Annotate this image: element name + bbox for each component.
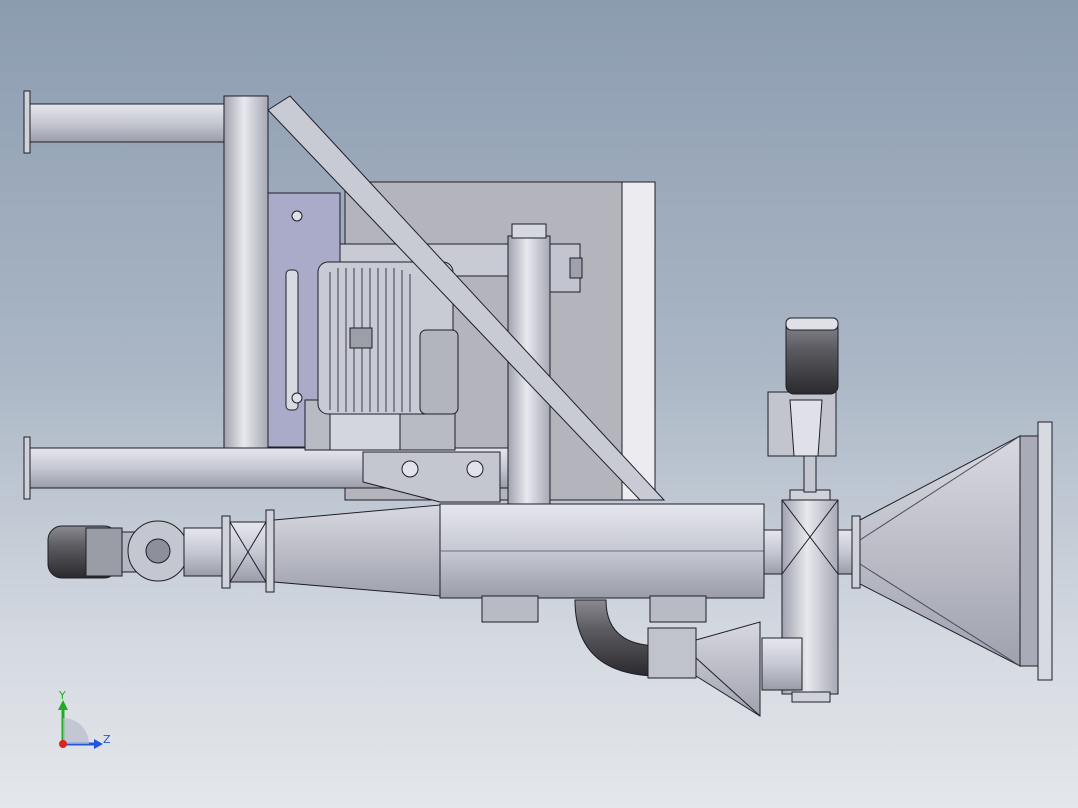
pipe-flange [851, 515, 861, 589]
gear-motor-fins [85, 527, 123, 577]
triad-z-arrow [94, 739, 103, 749]
gusset-hole [401, 460, 419, 478]
lower-beam-flange [23, 436, 31, 500]
terminal-box [349, 327, 373, 349]
left-post [223, 95, 269, 453]
motor-end-cap [419, 329, 459, 415]
plate-handle [285, 269, 299, 411]
inlet-flange-hub [145, 538, 171, 564]
upper-beam-flange [23, 90, 31, 154]
elbow-outlet [647, 627, 697, 679]
plate-bolt [291, 392, 303, 404]
side-outlet [761, 637, 803, 691]
cad-model-view[interactable]: Y Z [0, 0, 1078, 808]
gearbox-taper [789, 399, 823, 457]
inlet-pipe [183, 527, 225, 577]
pipe-flange [265, 509, 275, 593]
cad-viewport[interactable]: Y Z [0, 0, 1078, 808]
pipe-flange [221, 515, 231, 589]
post-cap [511, 223, 547, 239]
gusset-hole [466, 460, 484, 478]
view-triad: Y Z [58, 689, 111, 749]
discharge-flange-face [1037, 421, 1053, 681]
motor-foot [329, 411, 401, 451]
triad-arc [63, 718, 89, 744]
shaft [803, 455, 817, 493]
discharge-cone [859, 435, 1021, 667]
tee-flange [791, 691, 831, 703]
housing-bracket [649, 595, 707, 623]
side-bracket [569, 257, 583, 279]
vertical-motor-cap [785, 317, 839, 331]
vertical-motor [785, 319, 839, 395]
triad-y-label: Y [58, 689, 66, 702]
elbow-pipe [574, 599, 661, 677]
tapered-transition [273, 504, 441, 597]
discharge-flange [1019, 435, 1039, 667]
housing-side-panel [621, 181, 656, 501]
upper-beam [29, 103, 231, 143]
triad-x-axis [59, 740, 67, 748]
triad-z-label: Z [103, 733, 111, 746]
plate-bolt [291, 210, 303, 222]
housing-bracket [481, 595, 539, 623]
lower-funnel [695, 621, 761, 717]
